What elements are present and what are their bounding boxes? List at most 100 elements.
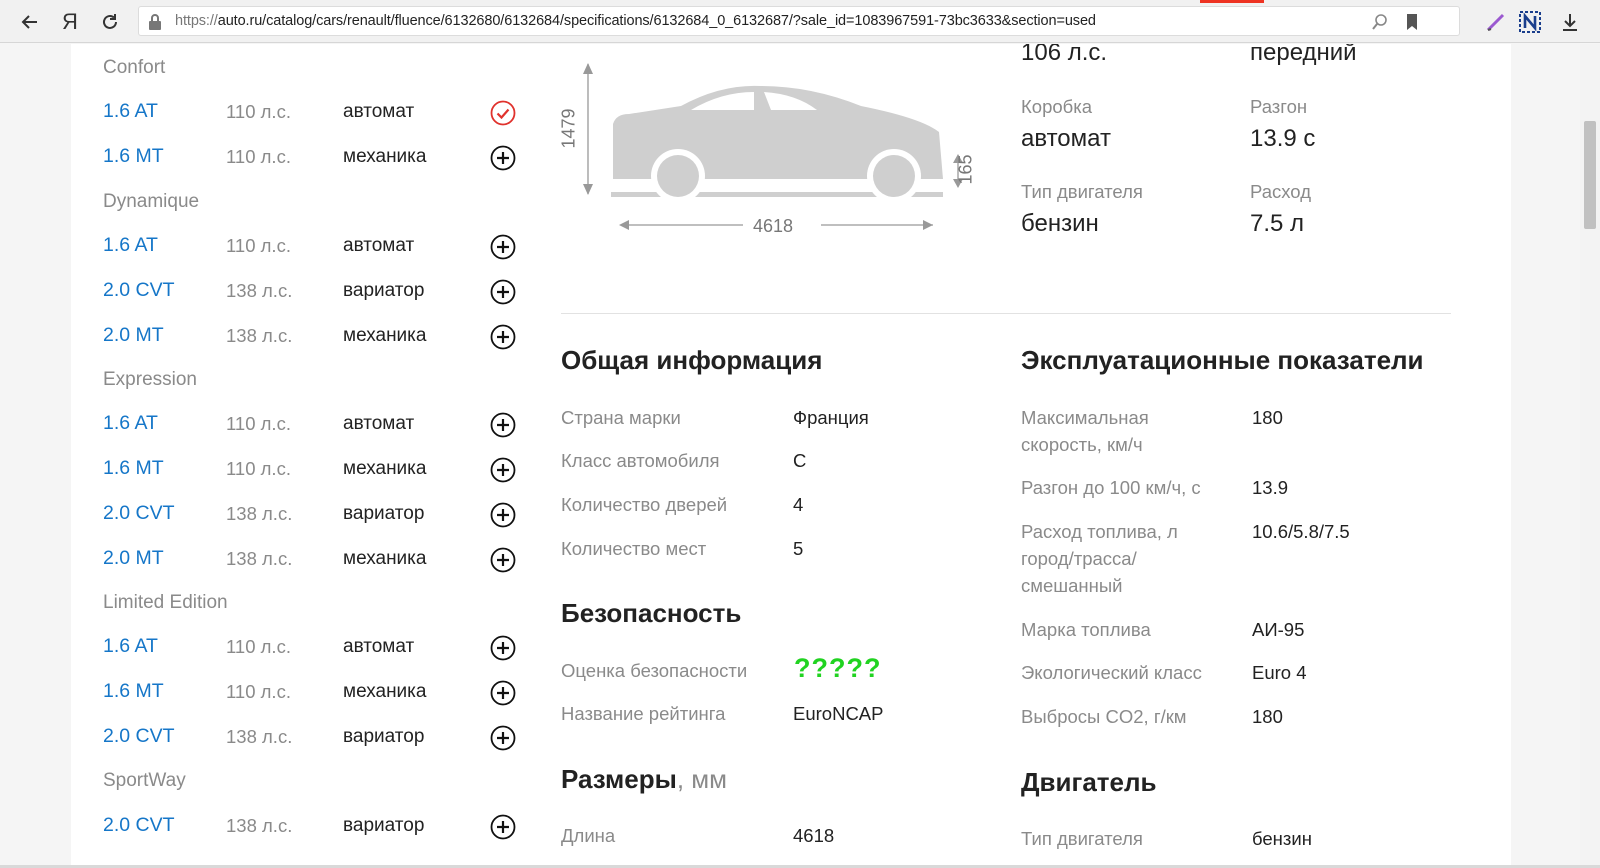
page-scrollbar[interactable] — [1580, 44, 1600, 868]
modification-link[interactable]: 1.6 MT — [103, 680, 164, 703]
modification-transmission: автомат — [343, 636, 415, 657]
downloads-button[interactable] — [1556, 8, 1584, 36]
yandex-logo-icon: Я — [62, 9, 78, 34]
page-content: Confort 1.6 AT 110 л.с. автомат 1.6 MT 1… — [71, 44, 1511, 868]
modification-row[interactable]: 1.6 AT 110 л.с. автомат — [71, 410, 541, 440]
plus-circle-icon[interactable] — [490, 457, 516, 483]
modification-row[interactable]: 2.0 CVT 138 л.с. вариатор — [71, 723, 541, 753]
modification-transmission: автомат — [343, 101, 415, 122]
modification-row[interactable]: 1.6 AT 110 л.с. автомат — [71, 633, 541, 663]
spec-value: 10.6/5.8/7.5 — [1252, 521, 1350, 542]
clearance-label: 165 — [955, 154, 976, 185]
safety-rating-label: Оценка безопасности — [561, 660, 748, 681]
modification-transmission: вариатор — [343, 503, 425, 524]
group-title: SportWay — [103, 770, 186, 791]
modification-link[interactable]: 1.6 MT — [103, 145, 164, 168]
modification-link[interactable]: 2.0 CVT — [103, 725, 175, 748]
spec-label: Экологический класс — [1021, 662, 1202, 683]
plus-circle-icon[interactable] — [490, 814, 516, 840]
modification-power: 138 л.с. — [226, 815, 293, 836]
modification-link[interactable]: 2.0 CVT — [103, 279, 175, 302]
scrollbar-thumb[interactable] — [1584, 121, 1596, 229]
modification-link[interactable]: 1.6 AT — [103, 234, 158, 257]
back-button[interactable] — [16, 8, 44, 36]
modification-link[interactable]: 2.0 CVT — [103, 814, 175, 837]
plus-circle-icon[interactable] — [490, 725, 516, 751]
spec-label: Разгон до 100 км/ч, с — [1021, 477, 1201, 498]
plus-circle-icon[interactable] — [490, 279, 516, 305]
engine-title: Двигатель — [1021, 767, 1157, 797]
fuel-consumption-value: 7.5 л — [1250, 210, 1305, 237]
modification-link[interactable]: 1.6 AT — [103, 100, 158, 123]
modification-row[interactable]: 2.0 MT 138 л.с. механика — [71, 322, 541, 352]
engine-type-value: бензин — [1021, 210, 1099, 237]
download-icon — [1563, 14, 1577, 31]
modification-row[interactable]: 1.6 AT 110 л.с. автомат — [71, 98, 541, 128]
modification-link[interactable]: 1.6 MT — [103, 457, 164, 480]
modification-transmission: механика — [343, 146, 427, 167]
section-divider — [561, 313, 1451, 314]
modification-transmission: автомат — [343, 235, 415, 256]
modification-link[interactable]: 2.0 CVT — [103, 502, 175, 525]
modification-transmission: вариатор — [343, 815, 425, 836]
car-dimensions-diagram: 1479 165 4618 — [559, 44, 1001, 244]
spec-label: Максимальная скорость, км/ч — [1021, 407, 1149, 455]
length-spec-value: 4618 — [793, 825, 835, 846]
modification-row[interactable]: 2.0 CVT 138 л.с. вариатор — [71, 812, 541, 842]
n-extension-button[interactable] — [1516, 8, 1544, 36]
plus-circle-icon[interactable] — [490, 412, 516, 438]
modification-row[interactable]: 1.6 MT 110 л.с. механика — [71, 678, 541, 708]
modification-row[interactable]: 1.6 MT 110 л.с. механика — [71, 455, 541, 485]
zoom-icon[interactable] — [1371, 13, 1389, 36]
engine-type-spec-label: Тип двигателя — [1021, 828, 1143, 849]
performance-title: Эксплуатационные показатели — [1021, 345, 1424, 375]
modification-power: 138 л.с. — [226, 503, 293, 524]
plus-circle-icon[interactable] — [490, 547, 516, 573]
modification-power: 110 л.с. — [226, 458, 291, 479]
safety-title: Безопасность — [561, 598, 742, 628]
modification-row[interactable]: 1.6 MT 110 л.с. механика — [71, 143, 541, 173]
spec-value: C — [793, 450, 807, 471]
acceleration-label: Разгон — [1250, 96, 1308, 117]
plus-circle-icon[interactable] — [490, 324, 516, 350]
rating-name-label: Название рейтинга — [561, 703, 726, 724]
modification-row[interactable]: 1.6 AT 110 л.с. автомат — [71, 232, 541, 262]
address-bar[interactable]: https://auto.ru/catalog/cars/renault/flu… — [138, 6, 1460, 36]
modification-transmission: механика — [343, 325, 427, 346]
spec-label: Количество мест — [561, 538, 707, 559]
modification-link[interactable]: 2.0 MT — [103, 324, 164, 347]
modification-link[interactable]: 1.6 AT — [103, 635, 158, 658]
group-title: Dynamique — [103, 191, 200, 212]
plus-circle-icon[interactable] — [490, 502, 516, 528]
modification-link[interactable]: 1.6 AT — [103, 412, 158, 435]
url-text: https://auto.ru/catalog/cars/renault/flu… — [175, 13, 1096, 29]
acceleration-value: 13.9 с — [1250, 125, 1316, 152]
check-circle-icon[interactable] — [490, 100, 516, 126]
rating-name-value: EuroNCAP — [793, 703, 884, 724]
modification-transmission: механика — [343, 458, 427, 479]
power-value: 106 л.с. — [1021, 44, 1108, 66]
plus-circle-icon[interactable] — [490, 145, 516, 171]
height-label: 1479 — [558, 108, 579, 149]
plus-circle-icon[interactable] — [490, 635, 516, 661]
spec-label: Страна марки — [561, 407, 681, 428]
plus-circle-icon[interactable] — [490, 680, 516, 706]
drive-value: передний — [1250, 44, 1357, 66]
pen-extension-button[interactable] — [1482, 8, 1510, 36]
spec-label: Выбросы CO2, г/км — [1021, 706, 1187, 727]
bookmark-icon[interactable] — [1405, 13, 1419, 36]
modification-row[interactable]: 2.0 CVT 138 л.с. вариатор — [71, 277, 541, 307]
plus-circle-icon[interactable] — [490, 234, 516, 260]
length-label: 4618 — [753, 216, 794, 236]
gearbox-value: автомат — [1021, 125, 1111, 152]
group-title: Expression — [103, 369, 197, 390]
modification-row[interactable]: 2.0 CVT 138 л.с. вариатор — [71, 500, 541, 530]
modification-link[interactable]: 2.0 MT — [103, 547, 164, 570]
yandex-button[interactable]: Я — [56, 8, 84, 36]
spec-label: Расход топлива, л город/трасса/смешанный — [1021, 521, 1178, 596]
reload-button[interactable] — [96, 8, 124, 36]
engine-type-spec-value: бензин — [1252, 828, 1312, 849]
modification-power: 110 л.с. — [226, 413, 291, 434]
modification-row[interactable]: 2.0 MT 138 л.с. механика — [71, 545, 541, 575]
modification-transmission: автомат — [343, 413, 415, 434]
